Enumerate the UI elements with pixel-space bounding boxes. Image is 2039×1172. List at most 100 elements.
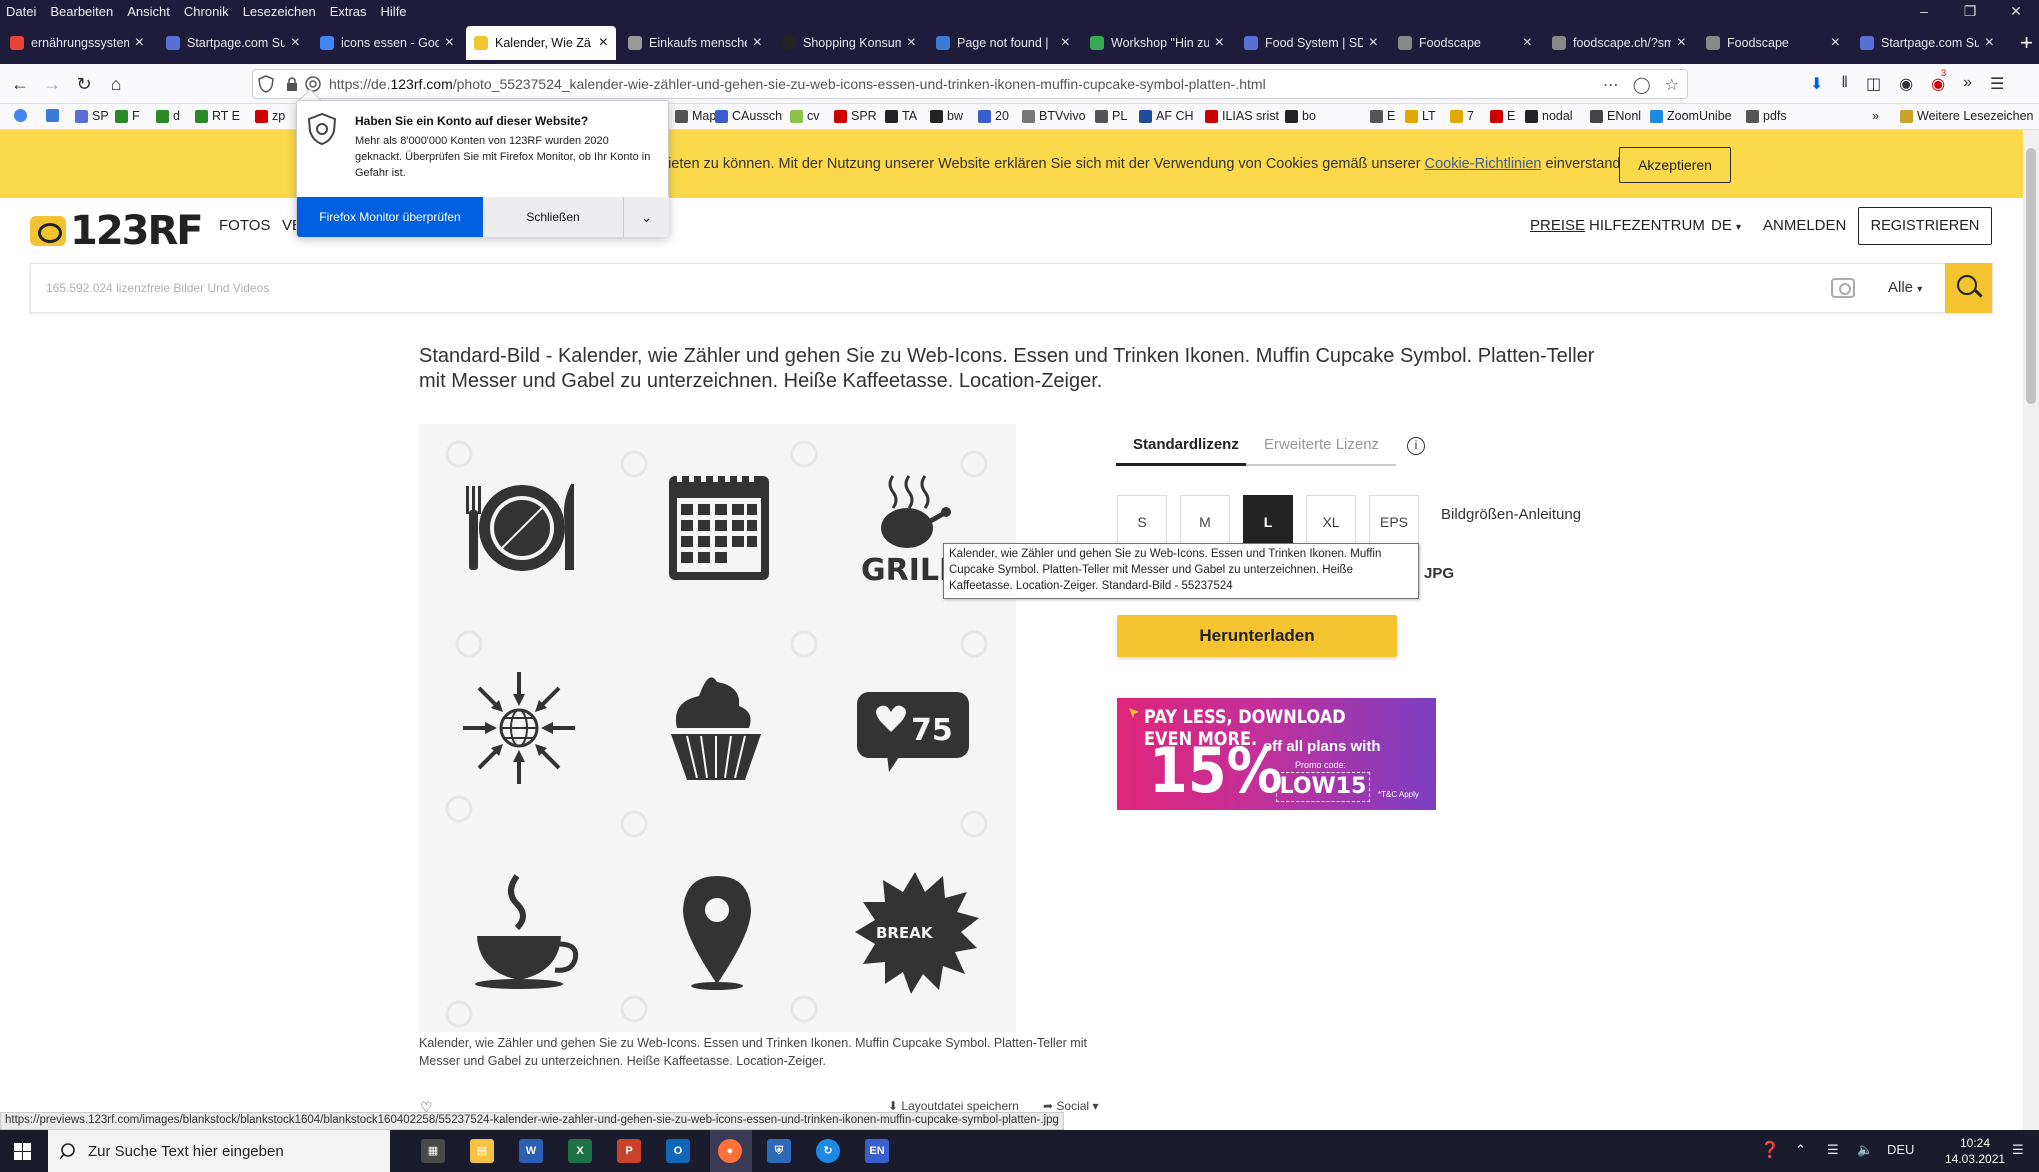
menu-bearbeiten[interactable]: Bearbeiten: [50, 4, 113, 19]
tab-close-icon[interactable]: ×: [291, 34, 300, 52]
reload-icon[interactable]: ↻: [72, 72, 96, 96]
scroll-thumb[interactable]: [2026, 148, 2036, 404]
bookmark-item[interactable]: pdfs: [1746, 109, 1787, 123]
bookmark-item[interactable]: PL: [1095, 109, 1127, 123]
size-button-l[interactable]: L: [1243, 495, 1293, 547]
bookmark-google-icon[interactable]: [14, 109, 31, 122]
hamburger-menu-icon[interactable]: ☰: [1990, 74, 2004, 94]
browser-tab[interactable]: Einkaufs mensche ×: [620, 26, 770, 60]
tab-close-icon[interactable]: ×: [753, 34, 762, 52]
bookmark-item[interactable]: SPR: [834, 109, 877, 123]
tab-extended-license[interactable]: Erweiterte Lizenz: [1264, 436, 1379, 453]
tab-close-icon[interactable]: ×: [907, 34, 916, 52]
bookmark-item[interactable]: zp: [255, 109, 285, 123]
promo-banner[interactable]: PAY LESS, DOWNLOAD EVEN MORE. 15% off al…: [1117, 698, 1436, 810]
bookmark-item[interactable]: bw: [930, 109, 963, 123]
back-icon[interactable]: ←: [8, 72, 32, 96]
browser-tab[interactable]: Foodscape ×: [1390, 26, 1540, 60]
bookmark-item[interactable]: E: [1370, 109, 1395, 123]
tab-close-icon[interactable]: ×: [1985, 34, 1994, 52]
tab-close-icon[interactable]: ×: [1215, 34, 1224, 52]
register-button[interactable]: REGISTRIEREN: [1858, 207, 1992, 245]
bookmark-star-icon[interactable]: ☆: [1665, 75, 1679, 95]
new-tab-icon[interactable]: +: [2020, 30, 2033, 56]
taskbar-search-input[interactable]: Zur Suche Text hier eingeben: [48, 1130, 390, 1172]
nav-fotos[interactable]: FOTOS: [219, 217, 270, 234]
browser-tab[interactable]: Page not found | ×: [928, 26, 1078, 60]
pocket-icon[interactable]: ◯: [1633, 75, 1651, 95]
size-button-xl[interactable]: XL: [1306, 495, 1356, 547]
bookmark-item[interactable]: ZoomUnibe: [1650, 109, 1732, 123]
close-icon[interactable]: ✕: [1993, 0, 2039, 22]
bookmark-item[interactable]: AF CH: [1139, 109, 1194, 123]
restore-icon[interactable]: ❐: [1947, 0, 1993, 22]
bookmarks-more-folder[interactable]: Weitere Lesezeichen: [1900, 109, 2034, 123]
popup-more-options-chevron-icon[interactable]: ⌄: [623, 197, 669, 237]
menu-extras[interactable]: Extras: [330, 4, 367, 19]
excel-icon[interactable]: X: [568, 1139, 592, 1163]
download-button[interactable]: Herunterladen: [1117, 615, 1397, 657]
nav-preise[interactable]: PREISE: [1530, 217, 1585, 234]
browser-tab[interactable]: Startpage.com Su ×: [1852, 26, 2002, 60]
browser-tab[interactable]: foodscape.ch/?smd_p ×: [1544, 26, 1694, 60]
search-filter-select[interactable]: Alle ▾: [1888, 279, 1922, 296]
word-icon[interactable]: W: [519, 1139, 543, 1163]
library-icon[interactable]: ‖: [1841, 74, 1848, 94]
search-input[interactable]: 165.592.024 lizenzfreie Bilder Und Video…: [46, 281, 269, 295]
menu-datei[interactable]: Datei: [6, 4, 36, 19]
size-button-s[interactable]: S: [1117, 495, 1167, 547]
browser-tab[interactable]: ernährungssystem ×: [2, 26, 152, 60]
bookmark-item[interactable]: LT: [1405, 109, 1436, 123]
language-select[interactable]: DE ▾: [1711, 217, 1741, 234]
page-actions-icon[interactable]: ⋯: [1603, 75, 1619, 95]
bookmark-item[interactable]: BTVvivo: [1022, 109, 1086, 123]
addon-icon[interactable]: ◉ 3: [1931, 68, 1946, 94]
nav-anmelden[interactable]: ANMELDEN: [1763, 217, 1846, 234]
notifications-icon[interactable]: ☰: [2012, 1142, 2024, 1158]
help-icon[interactable]: ❓: [1760, 1140, 1780, 1160]
clock[interactable]: 10:24 14.03.2021: [1945, 1135, 2005, 1167]
menu-hilfe[interactable]: Hilfe: [381, 4, 407, 19]
menu-chronik[interactable]: Chronik: [184, 4, 229, 19]
tab-close-icon[interactable]: ×: [135, 34, 144, 52]
bookmark-icon[interactable]: [46, 109, 63, 122]
browser-tab[interactable]: Workshop "Hin zu ×: [1082, 26, 1232, 60]
account-icon[interactable]: ◉: [1899, 74, 1913, 94]
tab-close-icon[interactable]: ×: [1831, 34, 1840, 52]
tab-close-icon[interactable]: ×: [599, 34, 608, 52]
bookmark-item[interactable]: cv: [790, 109, 820, 123]
tab-standard-license[interactable]: Standardlizenz: [1133, 436, 1239, 453]
security-shield-icon[interactable]: ⛨: [767, 1139, 791, 1163]
windows-start-icon[interactable]: [14, 1143, 31, 1160]
size-guide-link[interactable]: Bildgrößen-Anleitung: [1441, 506, 1581, 523]
menu-ansicht[interactable]: Ansicht: [127, 4, 170, 19]
bookmark-item[interactable]: ILIAS srist: [1205, 109, 1279, 123]
bookmark-item[interactable]: d: [156, 109, 180, 123]
bookmarks-overflow-icon[interactable]: »: [1872, 109, 1879, 123]
info-icon[interactable]: i: [1407, 437, 1425, 455]
bookmark-item[interactable]: E: [1490, 109, 1515, 123]
overflow-icon[interactable]: »: [1963, 74, 1972, 94]
bookmark-item[interactable]: TA: [885, 109, 917, 123]
bookmark-item[interactable]: SP: [75, 109, 109, 123]
bookmark-item[interactable]: nodal: [1525, 109, 1573, 123]
nav-hilfezentrum[interactable]: HILFEZENTRUM: [1589, 217, 1705, 234]
shield-icon[interactable]: [258, 75, 274, 93]
bookmark-item[interactable]: bo: [1285, 109, 1316, 123]
tray-chevron-up-icon[interactable]: ⌃: [1795, 1142, 1806, 1158]
browser-tab[interactable]: Shopping Konsum ×: [774, 26, 924, 60]
bookmark-item[interactable]: Map: [675, 109, 716, 123]
firefox-icon[interactable]: ●: [718, 1139, 742, 1163]
check-monitor-button[interactable]: Firefox Monitor überprüfen: [297, 197, 483, 237]
calculator-icon[interactable]: ▦: [421, 1139, 445, 1163]
network-icon[interactable]: ☰: [1827, 1142, 1839, 1158]
browser-tab[interactable]: icons essen - Goo ×: [312, 26, 462, 60]
search-button[interactable]: [1945, 263, 1992, 313]
home-icon[interactable]: ⌂: [104, 72, 128, 96]
bookmark-item[interactable]: CAussch: [715, 109, 782, 123]
powerpoint-icon[interactable]: P: [617, 1139, 641, 1163]
tab-close-icon[interactable]: ×: [1523, 34, 1532, 52]
tab-close-icon[interactable]: ×: [445, 34, 454, 52]
menu-lesezeichen[interactable]: Lesezeichen: [243, 4, 316, 19]
bookmark-item[interactable]: F: [115, 109, 140, 123]
